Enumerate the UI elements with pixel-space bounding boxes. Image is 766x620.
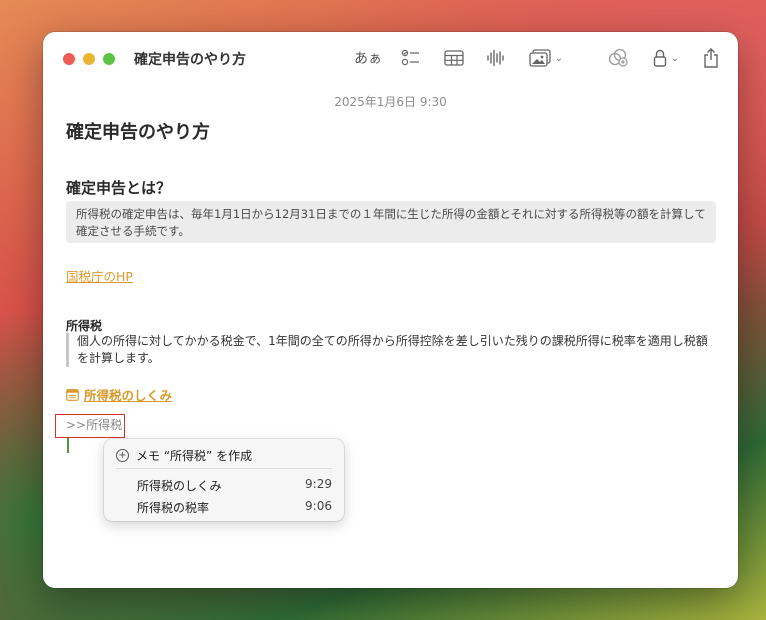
text-caret (67, 438, 69, 453)
typed-text: >>所得税 (66, 418, 123, 432)
share-icon (704, 48, 718, 68)
lock-button[interactable]: ⌄ (648, 46, 684, 70)
chevron-down-icon: ⌄ (670, 52, 680, 64)
close-button[interactable] (63, 53, 75, 65)
checklist-icon (401, 49, 419, 66)
collaborate-button[interactable] (606, 46, 632, 70)
note-link-label[interactable]: 所得税のしくみ (84, 385, 172, 404)
quote-block[interactable]: 個人の所得に対してかかる税金で、1年間の全ての所得から所得控除を差し引いた残りの… (66, 333, 716, 367)
titlebar: 確定申告のやり方 あぁ ⌄ ⌄ (43, 32, 738, 84)
media-button[interactable]: ⌄ (525, 46, 567, 70)
format-label: あぁ (354, 51, 382, 67)
note-title[interactable]: 確定申告のやり方 (66, 118, 210, 144)
checklist-button[interactable] (398, 46, 424, 70)
chevron-down-icon: ⌄ (554, 52, 564, 64)
note-icon (66, 388, 79, 401)
minimize-button[interactable] (83, 53, 95, 65)
typed-link-input[interactable]: >>所得税 (55, 414, 125, 453)
notes-window: 確定申告のやり方 あぁ ⌄ ⌄ 2025年1月6日 9:30 確定申告のやり方 … (43, 32, 738, 588)
create-note-option[interactable]: + メモ “所得税” を作成 (116, 447, 252, 464)
section-heading[interactable]: 確定申告とは？ (66, 177, 171, 198)
collaborate-icon (608, 48, 628, 67)
lock-icon (653, 49, 666, 67)
suggestion-time: 9:06 (305, 499, 332, 513)
create-note-label: メモ “所得税” を作成 (136, 449, 253, 463)
sub-heading[interactable]: 所得税 (66, 317, 102, 334)
window-title: 確定申告のやり方 (134, 52, 246, 68)
audio-button[interactable] (483, 46, 507, 70)
plus-circle-icon: + (116, 449, 129, 462)
note-timestamp: 2025年1月6日 9:30 (334, 95, 447, 109)
table-icon (444, 50, 464, 66)
definition-block[interactable]: 所得税の確定申告は、毎年1月1日から12月31日までの１年間に生じた所得の金額と… (66, 201, 716, 243)
suggestion-title: 所得税のしくみ (137, 479, 222, 493)
suggestion-item[interactable]: 所得税のしくみ 9:29 (137, 477, 332, 494)
link-suggestion-popup: + メモ “所得税” を作成 所得税のしくみ 9:29 所得税の税率 9:06 (104, 439, 344, 521)
share-button[interactable] (700, 46, 722, 70)
format-button[interactable]: あぁ (353, 46, 383, 70)
suggestion-item[interactable]: 所得税の税率 9:06 (137, 499, 332, 516)
popup-divider (116, 468, 332, 469)
table-button[interactable] (441, 46, 467, 70)
audio-icon (487, 49, 504, 67)
nta-link[interactable]: 国税庁のHP (66, 266, 133, 285)
note-link-item[interactable]: 所得税のしくみ (66, 385, 172, 404)
media-icon (529, 49, 551, 67)
suggestion-title: 所得税の税率 (137, 501, 210, 515)
suggestion-time: 9:29 (305, 477, 332, 491)
zoom-button[interactable] (103, 53, 115, 65)
